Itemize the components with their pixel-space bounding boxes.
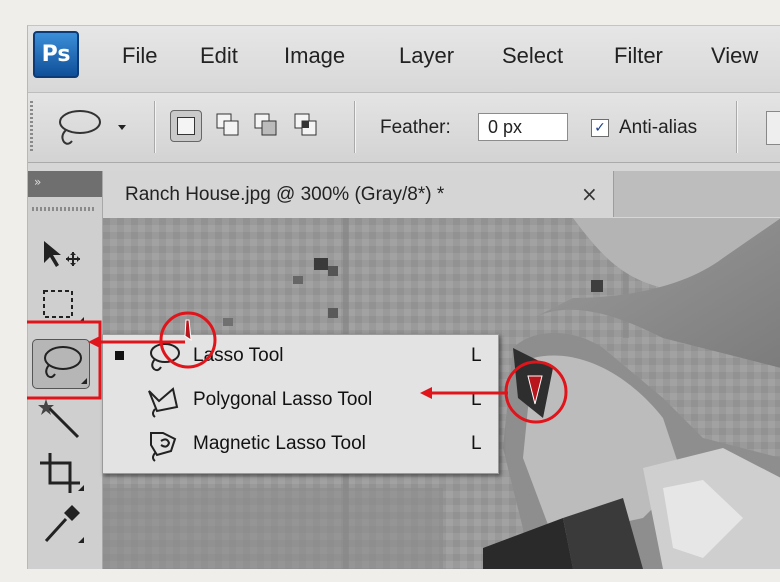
toolbox-header[interactable]: » — [28, 171, 102, 197]
lasso-icon — [150, 343, 180, 372]
antialias-checkbox[interactable]: ✓ — [591, 119, 609, 137]
add-to-selection-button[interactable] — [214, 111, 242, 139]
crop-tool[interactable] — [34, 449, 86, 495]
lasso-icon — [59, 110, 126, 145]
document-title: Ranch House.jpg @ 300% (Gray/8*) * — [125, 184, 445, 205]
menu-view[interactable]: View — [711, 43, 758, 69]
subtract-selection-icon — [254, 113, 277, 136]
toolbox-grip — [32, 207, 96, 211]
menu-select[interactable]: Select — [502, 43, 563, 69]
move-tool-icon — [44, 241, 80, 267]
lasso-tools-flyout: Lasso Tool L Polygonal Lasso Tool L Magn… — [102, 334, 499, 474]
flyout-item-magnetic-lasso[interactable]: Magnetic Lasso Tool L — [103, 423, 498, 467]
separator — [154, 101, 155, 153]
separator — [736, 101, 737, 153]
marquee-tool-icon — [43, 290, 84, 323]
intersect-selection-icon — [294, 113, 317, 136]
antialias-label: Anti-alias — [619, 117, 698, 138]
feather-label: Feather: — [380, 117, 451, 138]
magnetic-lasso-icon — [150, 432, 177, 462]
move-tool[interactable] — [34, 229, 86, 275]
subtract-from-selection-button[interactable] — [252, 111, 280, 139]
toolbox: » — [28, 171, 103, 569]
flyout-label: Lasso Tool — [193, 345, 284, 366]
flyout-shortcut: L — [471, 345, 482, 366]
separator — [354, 101, 355, 153]
feather-input[interactable]: 0 px — [478, 113, 568, 141]
expand-icon[interactable]: » — [34, 175, 41, 189]
close-icon[interactable]: × — [581, 182, 598, 206]
crop-tool-icon — [40, 453, 84, 493]
add-selection-icon — [216, 113, 239, 136]
eyedropper-tool-icon — [44, 505, 84, 543]
selected-bullet-icon — [115, 351, 124, 360]
options-bar: Feather: 0 px ✓ Anti-alias — [28, 93, 780, 163]
magic-wand-tool-icon — [38, 399, 80, 439]
polygonal-lasso-icon — [148, 387, 179, 418]
document-tab[interactable]: Ranch House.jpg @ 300% (Gray/8*) * × — [103, 171, 614, 217]
ps-logo: Ps — [33, 31, 79, 78]
menu-file[interactable]: File — [122, 43, 157, 69]
lasso-tool[interactable] — [32, 339, 90, 389]
menu-bar: Ps File Edit Image Layer Select Filter V… — [28, 26, 780, 93]
menu-filter[interactable]: Filter — [614, 43, 663, 69]
eyedropper-tool[interactable] — [34, 501, 86, 547]
intersect-selection-button[interactable] — [292, 111, 320, 139]
menu-image[interactable]: Image — [284, 43, 345, 69]
document-tab-bar: Ranch House.jpg @ 300% (Gray/8*) * × — [103, 171, 780, 217]
flyout-shortcut: L — [471, 433, 482, 454]
chevron-down-icon — [118, 125, 126, 130]
marquee-tool[interactable] — [34, 283, 86, 329]
photoshop-window: Ps File Edit Image Layer Select Filter V… — [27, 25, 780, 569]
magic-wand-tool[interactable] — [34, 395, 86, 441]
new-selection-button[interactable] — [170, 110, 202, 142]
flyout-item-lasso[interactable]: Lasso Tool L — [103, 335, 498, 379]
flyout-item-polygonal-lasso[interactable]: Polygonal Lasso Tool L — [103, 379, 498, 423]
menu-edit[interactable]: Edit — [200, 43, 238, 69]
lasso-tool-icon — [44, 346, 87, 384]
tool-preset-picker[interactable] — [50, 105, 136, 149]
flyout-label: Polygonal Lasso Tool — [193, 389, 373, 410]
options-grip — [30, 101, 33, 153]
flyout-label: Magnetic Lasso Tool — [193, 433, 366, 454]
refine-edge-button[interactable] — [766, 111, 780, 145]
menu-layer[interactable]: Layer — [399, 43, 454, 69]
flyout-shortcut: L — [471, 389, 482, 410]
